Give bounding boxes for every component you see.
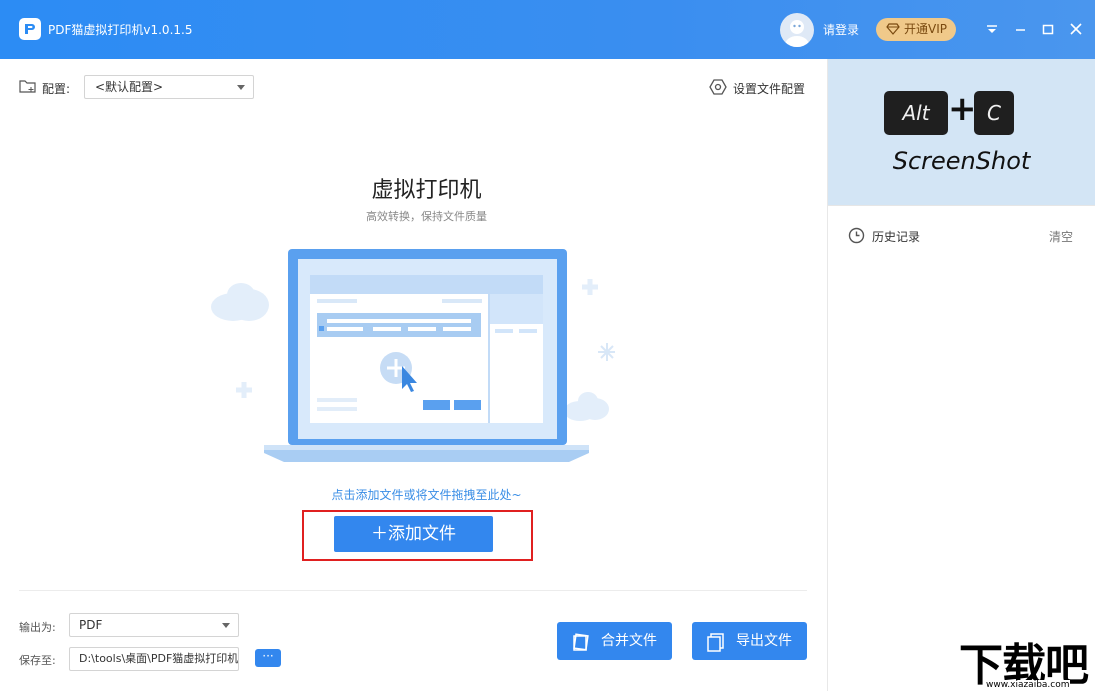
divider xyxy=(828,205,1095,206)
c-key: C xyxy=(974,91,1014,135)
clear-history-button[interactable]: 清空 xyxy=(1049,228,1073,245)
merge-files-button[interactable]: 合并文件 xyxy=(557,622,672,660)
dropdown-menu-icon[interactable] xyxy=(981,18,1003,40)
output-label: 输出为: xyxy=(19,621,56,634)
save-label: 保存至: xyxy=(19,654,56,667)
folder-icon xyxy=(19,79,37,97)
minimize-icon[interactable] xyxy=(1010,18,1032,40)
title-bar: PDF猫虚拟打印机v1.0.1.5 请登录 开通VIP xyxy=(0,0,1095,59)
watermark-url: www.xiazaiba.com xyxy=(986,680,1070,690)
page-title: 虚拟打印机 xyxy=(371,178,482,203)
vip-label: 开通VIP xyxy=(904,22,947,36)
divider xyxy=(19,590,807,591)
clock-icon xyxy=(848,227,865,247)
vip-button[interactable]: 开通VIP xyxy=(876,18,956,41)
browse-button[interactable]: ··· xyxy=(255,649,281,667)
screenshot-banner[interactable]: Alt + C ScreenShot xyxy=(828,59,1095,205)
config-select[interactable]: <默认配置> xyxy=(84,75,254,99)
output-format-value: PDF xyxy=(79,618,103,632)
chevron-down-icon xyxy=(222,623,230,628)
app-logo-icon xyxy=(19,18,41,40)
plus-sign: + xyxy=(948,89,977,129)
merge-label: 合并文件 xyxy=(601,633,657,649)
drop-hint[interactable]: 点击添加文件或将文件拖拽至此处~ xyxy=(0,486,853,503)
settings-label: 设置文件配置 xyxy=(733,82,806,96)
drop-zone-illustration[interactable] xyxy=(205,245,616,473)
config-label: 配置: xyxy=(42,82,71,96)
add-file-button[interactable]: ＋添加文件 xyxy=(334,516,493,552)
export-files-button[interactable]: 导出文件 xyxy=(692,622,807,660)
export-label: 导出文件 xyxy=(736,633,792,649)
output-format-select[interactable]: PDF xyxy=(69,613,239,637)
diamond-icon xyxy=(886,23,900,35)
gear-icon xyxy=(709,79,727,95)
config-select-value: <默认配置> xyxy=(95,80,164,94)
alt-key: Alt xyxy=(884,91,948,135)
chevron-down-icon xyxy=(237,85,245,90)
login-link[interactable]: 请登录 xyxy=(823,21,859,38)
close-icon[interactable] xyxy=(1065,18,1087,40)
avatar[interactable] xyxy=(780,13,814,47)
history-label: 历史记录 xyxy=(872,230,921,244)
merge-icon xyxy=(573,633,589,651)
banner-caption: ScreenShot xyxy=(892,147,1031,175)
app-title: PDF猫虚拟打印机v1.0.1.5 xyxy=(48,23,193,37)
page-subtitle: 高效转换，保持文件质量 xyxy=(366,210,487,223)
export-icon xyxy=(707,633,724,652)
maximize-icon[interactable] xyxy=(1037,18,1059,40)
save-path-input[interactable]: D:\tools\桌面\PDF猫虚拟打印机 xyxy=(69,647,239,671)
watermark-logo: 下载吧 www.xiazaiba.com xyxy=(959,633,1095,691)
